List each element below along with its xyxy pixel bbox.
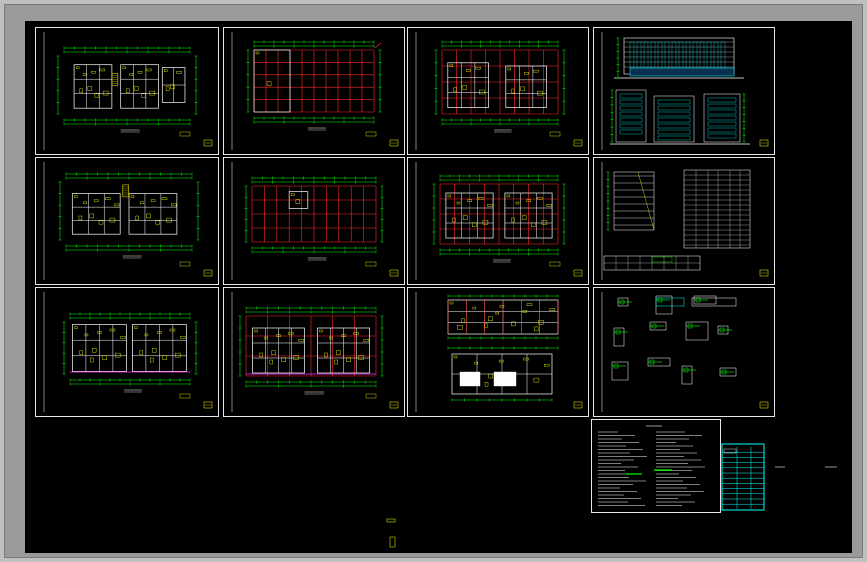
cad-rect [386, 518, 396, 523]
loose-annotations [374, 42, 837, 548]
cad-line [374, 42, 382, 49]
drawing-canvas[interactable] [25, 21, 852, 553]
cad-viewer-window [4, 4, 863, 558]
cad-rect [389, 536, 396, 548]
